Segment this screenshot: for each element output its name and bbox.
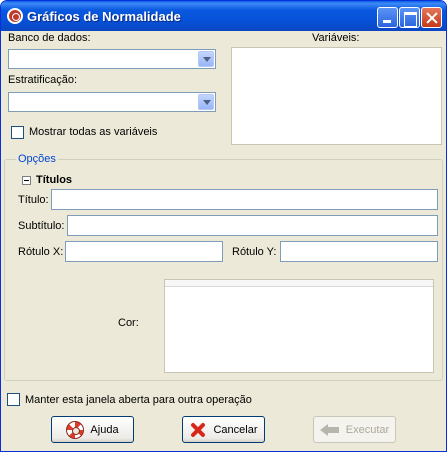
- cancel-button-label: Cancelar: [213, 423, 258, 436]
- maximize-button[interactable]: [399, 7, 420, 28]
- window-title: Gráficos de Normalidade: [27, 9, 181, 24]
- database-combo[interactable]: [8, 49, 216, 69]
- chevron-down-icon[interactable]: [198, 94, 214, 110]
- keep-open-checkbox[interactable]: [7, 393, 20, 406]
- ylabel-label: Rótulo Y:: [232, 246, 277, 258]
- color-picker-header: [165, 280, 433, 287]
- help-button-label: Ajuda: [90, 423, 119, 436]
- red-x-icon: [189, 421, 207, 439]
- chevron-down-icon[interactable]: [198, 51, 214, 67]
- keep-open-label: Manter esta janela aberta para outra ope…: [25, 394, 252, 406]
- minimize-button[interactable]: [377, 7, 398, 28]
- show-all-label: Mostrar todas as variáveis: [29, 126, 158, 138]
- title-label: Título:: [18, 194, 49, 206]
- stratification-label: Estratificação:: [8, 74, 78, 86]
- subtitle-label: Subtítulo:: [18, 220, 65, 232]
- back-arrow-icon: [319, 421, 340, 439]
- execute-button-label: Executar: [345, 423, 390, 436]
- options-legend: Opções: [16, 153, 58, 165]
- execute-button[interactable]: Executar: [313, 416, 396, 443]
- collapse-icon[interactable]: [22, 176, 31, 185]
- title-input[interactable]: [51, 189, 438, 210]
- variables-label: Variáveis:: [312, 32, 360, 44]
- dialog-window: Gráficos de Normalidade Banco de dados: …: [0, 0, 447, 452]
- cancel-button[interactable]: Cancelar: [182, 416, 265, 443]
- stratification-combo[interactable]: [8, 92, 216, 112]
- color-label: Cor:: [118, 317, 139, 329]
- titles-section-heading: Títulos: [36, 174, 73, 186]
- title-bar[interactable]: Gráficos de Normalidade: [1, 1, 446, 31]
- xlabel-input[interactable]: [65, 241, 223, 262]
- close-button[interactable]: [421, 7, 442, 28]
- xlabel-label: Rótulo X:: [18, 246, 64, 258]
- help-button[interactable]: Ajuda: [51, 416, 134, 443]
- ylabel-input[interactable]: [280, 241, 438, 262]
- database-label: Banco de dados:: [8, 32, 91, 44]
- lifebuoy-icon: [66, 420, 85, 439]
- show-all-checkbox[interactable]: [11, 126, 24, 139]
- subtitle-input[interactable]: [67, 215, 438, 236]
- variables-list[interactable]: [231, 47, 442, 145]
- app-logo-icon: [7, 8, 23, 24]
- color-picker-area[interactable]: [164, 279, 434, 373]
